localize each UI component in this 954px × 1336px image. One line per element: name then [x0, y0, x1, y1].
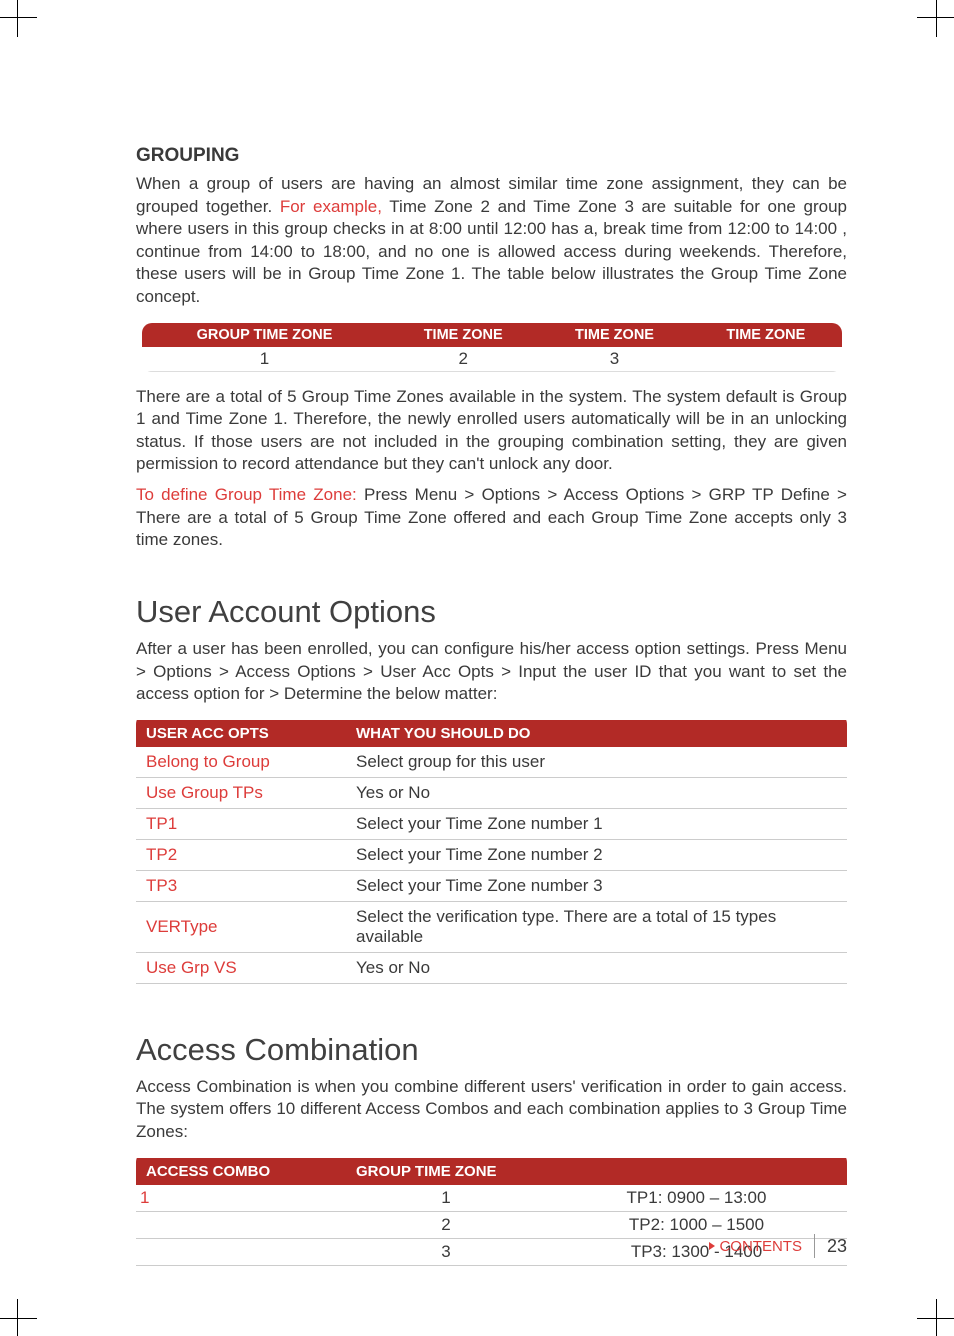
header-group-tz: GROUP TIME ZONE — [142, 323, 388, 347]
table-row: TP3Select your Time Zone number 3 — [136, 870, 847, 901]
table-row: VERTypeSelect the verification type. The… — [136, 901, 847, 952]
useropts-intro: After a user has been enrolled, you can … — [136, 638, 847, 706]
footer-separator — [814, 1234, 815, 1258]
opt-key: VERType — [136, 901, 346, 952]
opt-val: Yes or No — [346, 777, 847, 808]
opt-key: Use Grp VS — [136, 952, 346, 983]
table-header-row: ACCESS COMBO GROUP TIME ZONE — [136, 1158, 847, 1185]
opt-val: Select your Time Zone number 1 — [346, 808, 847, 839]
page-footer: CONTENTS 23 — [709, 1234, 847, 1258]
cell: 3 — [539, 347, 690, 372]
table-row: Belong to GroupSelect group for this use… — [136, 747, 847, 778]
opt-val: Select group for this user — [346, 747, 847, 778]
grouping-para-1: When a group of users are having an almo… — [136, 173, 847, 309]
header-tz-2: TIME ZONE — [539, 323, 690, 347]
opt-val: Select the verification type. There are … — [346, 901, 847, 952]
header-group-tz: GROUP TIME ZONE — [346, 1158, 546, 1185]
header-tz-3: TIME ZONE — [690, 323, 841, 347]
cell: 2 — [388, 347, 539, 372]
table-row: 1 1 TP1: 0900 – 13:00 — [136, 1185, 847, 1212]
table-header-row: USER ACC OPTS WHAT YOU SHOULD DO — [136, 720, 847, 747]
table-row: 1 2 3 — [142, 347, 842, 372]
header-blank — [546, 1158, 847, 1185]
user-acc-opts-table: USER ACC OPTS WHAT YOU SHOULD DO Belong … — [136, 714, 847, 990]
opt-key: TP1 — [136, 808, 346, 839]
opt-key: Belong to Group — [136, 747, 346, 778]
combo-intro: Access Combination is when you combine d… — [136, 1076, 847, 1144]
page-body: GROUPING When a group of users are havin… — [0, 0, 954, 1272]
header-what-you-should-do: WHAT YOU SHOULD DO — [346, 720, 847, 747]
header-access-combo: ACCESS COMBO — [136, 1158, 346, 1185]
combo-num — [136, 1238, 346, 1265]
access-combination-heading: Access Combination — [136, 1032, 847, 1068]
cell — [690, 347, 841, 372]
opt-val: Select your Time Zone number 2 — [346, 839, 847, 870]
grouping-para-3: To define Group Time Zone: Press Menu > … — [136, 484, 847, 552]
opt-key: Use Group TPs — [136, 777, 346, 808]
table-row: TP2Select your Time Zone number 2 — [136, 839, 847, 870]
combo-num: 1 — [136, 1185, 346, 1212]
user-account-options-heading: User Account Options — [136, 594, 847, 630]
cell: 1 — [142, 347, 388, 372]
combo-num — [136, 1211, 346, 1238]
group-tz-table: GROUP TIME ZONE TIME ZONE TIME ZONE TIME… — [142, 315, 842, 380]
opt-key: TP2 — [136, 839, 346, 870]
opt-key: TP3 — [136, 870, 346, 901]
table-row: Use Grp VSYes or No — [136, 952, 847, 983]
combo-gtz: 3 — [346, 1238, 546, 1265]
table-row: Use Group TPsYes or No — [136, 777, 847, 808]
grouping-heading: GROUPING — [136, 145, 847, 167]
combo-tp: TP1: 0900 – 13:00 — [546, 1185, 847, 1212]
header-user-acc-opts: USER ACC OPTS — [136, 720, 346, 747]
for-example-text: For example, — [280, 197, 382, 216]
combo-gtz: 1 — [346, 1185, 546, 1212]
arrow-right-icon — [709, 1242, 715, 1250]
opt-val: Select your Time Zone number 3 — [346, 870, 847, 901]
table-header-row: GROUP TIME ZONE TIME ZONE TIME ZONE TIME… — [142, 323, 842, 347]
grouping-para-2: There are a total of 5 Group Time Zones … — [136, 386, 847, 476]
header-tz-1: TIME ZONE — [388, 323, 539, 347]
define-lead: To define Group Time Zone: — [136, 485, 357, 504]
combo-gtz: 2 — [346, 1211, 546, 1238]
opt-val: Yes or No — [346, 952, 847, 983]
contents-link[interactable]: CONTENTS — [719, 1238, 802, 1255]
page-number: 23 — [827, 1236, 847, 1257]
table-row: TP1Select your Time Zone number 1 — [136, 808, 847, 839]
